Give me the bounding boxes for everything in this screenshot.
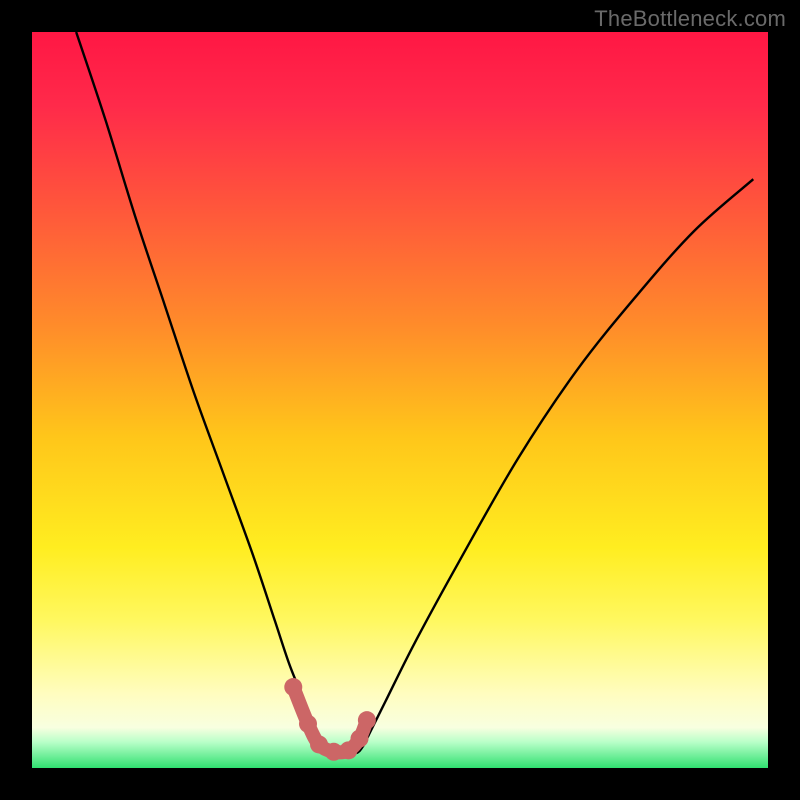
marker-point: [358, 711, 376, 729]
marker-point: [299, 715, 317, 733]
outer-frame: TheBottleneck.com: [0, 0, 800, 800]
marker-point: [284, 678, 302, 696]
gradient-background: [32, 32, 768, 768]
marker-point: [351, 730, 369, 748]
chart-plot-area: [32, 32, 768, 768]
watermark-text: TheBottleneck.com: [594, 6, 786, 32]
chart-svg: [32, 32, 768, 768]
